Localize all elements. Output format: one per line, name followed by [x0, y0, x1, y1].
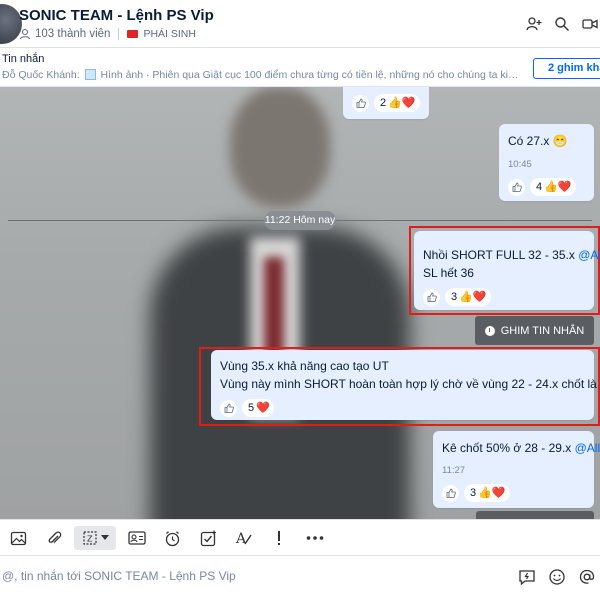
reaction-emojis: 👍❤️	[478, 486, 506, 499]
image-icon	[84, 69, 96, 80]
message-bubble[interactable]: 2 👍❤️	[343, 87, 429, 119]
add-member-icon[interactable]	[524, 14, 544, 34]
composer-toolbar: Z A	[0, 519, 600, 555]
mention-icon[interactable]	[578, 568, 596, 591]
attachment-icon[interactable]	[42, 526, 66, 550]
reaction-count: 2	[380, 97, 387, 109]
more-icon[interactable]	[303, 526, 327, 550]
message-composer[interactable]: @, tin nhắn tới SONIC TEAM - Lệnh PS Vip	[0, 555, 600, 600]
svg-text:Z: Z	[87, 535, 93, 544]
background-image-head	[230, 87, 330, 207]
emoji-icon[interactable]	[548, 568, 566, 591]
like-icon[interactable]	[352, 94, 369, 112]
group-meta: 103 thành viên PHÁI SINH	[19, 28, 196, 40]
next-message-edge	[476, 511, 594, 519]
more-pins-button[interactable]: 2 ghim khác	[533, 58, 600, 79]
pin-message-button[interactable]: GHIM TIN NHẮN	[475, 316, 594, 345]
like-icon[interactable]	[220, 399, 237, 417]
message-bubble[interactable]: Kê chốt 50% ở 28 - 29.x @All 11:27 3 👍❤️	[433, 431, 600, 508]
reaction-badge[interactable]: 5 ❤️	[242, 399, 274, 417]
message-time: 11:27	[442, 465, 466, 476]
pinned-title: Tin nhắn	[2, 53, 45, 65]
group-tag[interactable]: PHÁI SINH	[143, 28, 196, 40]
contact-card-icon[interactable]	[125, 526, 149, 550]
pinned-preview: Đỗ Quốc Khánh: Hình ảnh · Phiên qua Giật…	[2, 69, 522, 81]
group-title[interactable]: SONIC TEAM - Lệnh PS Vip	[19, 7, 214, 24]
screenshot-icon: Z	[82, 531, 97, 545]
member-count[interactable]: 103 thành viên	[35, 28, 110, 40]
chevron-down-icon	[100, 535, 109, 540]
reaction-emojis: 👍❤️	[459, 290, 487, 303]
meta-divider	[118, 28, 120, 40]
chat-header: SONIC TEAM - Lệnh PS Vip 103 thành viên …	[0, 0, 600, 48]
mention-all[interactable]: @All	[578, 248, 600, 262]
screenshot-button[interactable]: Z	[74, 526, 116, 550]
reaction-row: 5 ❤️	[220, 399, 274, 417]
reaction-badge[interactable]: 3 👍❤️	[445, 288, 491, 306]
date-divider-label: 11:22 Hôm nay	[264, 211, 336, 230]
message-text: SL hết 36	[423, 266, 474, 280]
chat-area[interactable]: 2 👍❤️ Có 27.x 😁 10:45 4 👍❤️ 11:22 Hôm na…	[0, 87, 600, 519]
message-text: Vùng này mình SHORT hoàn toàn hợp lý chờ…	[220, 377, 600, 391]
message-bubble[interactable]: Vùng 35.x khả năng cao tạo UT Vùng này m…	[211, 350, 600, 420]
reaction-emojis: ❤️	[256, 401, 270, 414]
reaction-badge[interactable]: 2 👍❤️	[374, 94, 420, 112]
reaction-row: 3 👍❤️	[442, 484, 510, 502]
reaction-row: 4 👍❤️	[508, 178, 576, 196]
message-text: Nhồi SHORT FULL 32 - 35.x @All	[423, 247, 600, 264]
message-time: 10:45	[508, 159, 532, 170]
important-icon[interactable]	[267, 526, 291, 550]
reaction-count: 3	[451, 291, 458, 303]
reaction-emojis: 👍❤️	[544, 180, 572, 193]
mention-all[interactable]: @All	[575, 441, 600, 455]
member-icon	[19, 28, 31, 40]
reaction-badge[interactable]: 4 👍❤️	[530, 178, 576, 196]
svg-text:A: A	[235, 531, 247, 547]
reaction-count: 5	[248, 402, 255, 414]
message-text: Kê chốt 50% ở 28 - 29.x @All	[442, 441, 600, 455]
text-format-icon[interactable]: A	[232, 526, 256, 550]
task-icon[interactable]	[196, 526, 220, 550]
pin-message-label: GHIM TIN NHẮN	[500, 324, 585, 337]
clock-icon	[484, 325, 495, 336]
message-input[interactable]: @, tin nhắn tới SONIC TEAM - Lệnh PS Vip	[2, 569, 236, 583]
reminder-icon[interactable]	[160, 526, 184, 550]
tag-icon	[127, 30, 139, 38]
message-bubble[interactable]: Có 27.x 😁 10:45 4 👍❤️	[499, 124, 594, 201]
pinned-sender: Đỗ Quốc Khánh:	[2, 69, 80, 81]
like-icon[interactable]	[442, 484, 459, 502]
search-icon[interactable]	[552, 14, 572, 34]
reaction-count: 3	[470, 487, 477, 499]
header-actions	[524, 14, 600, 34]
reaction-row: 3 👍❤️	[423, 288, 491, 306]
reaction-emojis: 👍❤️	[388, 96, 416, 109]
pinned-text: Hình ảnh · Phiên qua Giật cục 100 điểm c…	[100, 69, 522, 81]
composer-actions	[518, 568, 596, 591]
quick-message-icon[interactable]	[518, 568, 536, 591]
reaction-badge[interactable]: 3 👍❤️	[464, 484, 510, 502]
like-icon[interactable]	[423, 288, 440, 306]
reaction-row: 2 👍❤️	[352, 94, 420, 112]
image-icon[interactable]	[6, 526, 30, 550]
message-text: Có 27.x 😁	[508, 134, 568, 148]
message-text: Vùng 35.x khả năng cao tạo UT	[220, 359, 389, 373]
video-call-icon[interactable]	[580, 14, 600, 34]
reaction-count: 4	[536, 181, 543, 193]
like-icon[interactable]	[508, 178, 525, 196]
pinned-message-bar[interactable]: Tin nhắn Đỗ Quốc Khánh: Hình ảnh · Phiên…	[0, 49, 600, 87]
message-bubble[interactable]: Nhồi SHORT FULL 32 - 35.x @All SL hết 36…	[414, 231, 600, 310]
